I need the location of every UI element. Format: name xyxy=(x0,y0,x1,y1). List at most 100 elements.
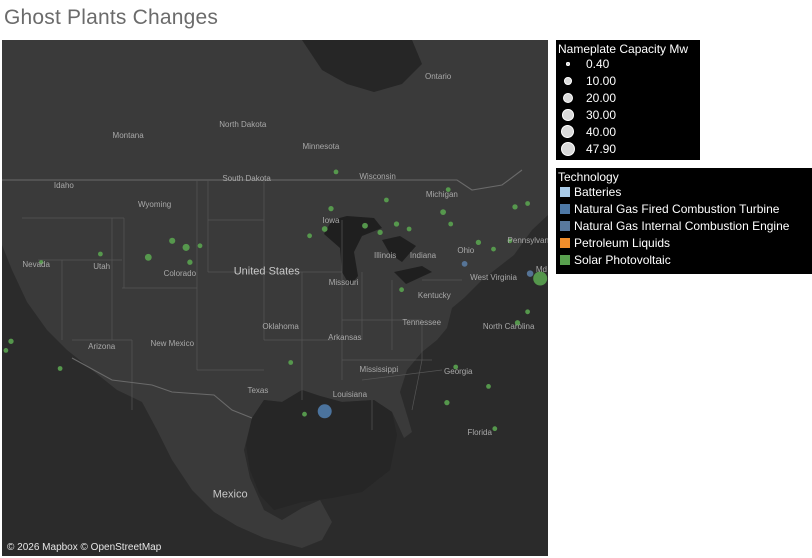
place-label: Missouri xyxy=(328,278,359,288)
tech-legend-row-petroleum[interactable]: Petroleum Liquids xyxy=(556,235,812,252)
tech-legend-swatch xyxy=(560,187,570,197)
plant-marker-solar[interactable] xyxy=(57,366,63,371)
size-legend-circle xyxy=(561,125,575,139)
plant-marker-solar[interactable] xyxy=(302,411,307,417)
tech-legend-row-solar[interactable]: Solar Photovoltaic xyxy=(556,252,812,269)
map-view[interactable]: Mexico United States Ontario Idaho Montana Wy… xyxy=(2,40,548,556)
size-legend-label: 10.00 xyxy=(586,74,617,88)
place-label: Mexico xyxy=(212,488,248,501)
place-label: Wisconsin xyxy=(359,172,396,182)
plant-marker-solar[interactable] xyxy=(288,360,294,365)
place-label: Colorado xyxy=(163,268,197,278)
place-label: Tennessee xyxy=(402,317,442,327)
plant-marker-solar[interactable] xyxy=(444,399,450,406)
tech-legend-items: Batteries Natural Gas Fired Combustion Tu… xyxy=(556,184,812,269)
place-label: Montana xyxy=(112,130,144,140)
place-label: Louisiana xyxy=(332,390,368,400)
size-legend-circle xyxy=(562,109,574,121)
size-legend-row[interactable]: 10.00 xyxy=(556,73,700,90)
size-legend-circle xyxy=(563,93,573,103)
page-title: Ghost Plants Changes xyxy=(4,6,219,29)
place-label: Ontario xyxy=(424,71,452,81)
place-label: United States xyxy=(233,265,300,278)
plant-marker-solar[interactable] xyxy=(98,251,103,257)
place-label: South Dakota xyxy=(222,174,271,184)
size-legend-label: 40.00 xyxy=(586,125,617,139)
tech-legend-label: Natural Gas Fired Combustion Turbine xyxy=(574,202,780,216)
place-label: Kentucky xyxy=(417,291,451,301)
tech-legend-row-gas_engine[interactable]: Natural Gas Internal Combustion Engine xyxy=(556,218,812,235)
plant-marker-solar[interactable] xyxy=(8,338,14,344)
plant-marker-solar[interactable] xyxy=(144,253,152,261)
place-label: Utah xyxy=(93,262,111,272)
place-label: New Mexico xyxy=(150,339,195,349)
place-label: West Virginia xyxy=(470,273,517,283)
plant-marker-solar[interactable] xyxy=(169,237,176,244)
place-label: Florida xyxy=(467,427,492,437)
plant-marker-solar[interactable] xyxy=(486,384,491,389)
plant-marker-solar[interactable] xyxy=(377,229,383,236)
tech-legend-swatch xyxy=(560,255,570,265)
place-label: Arizona xyxy=(88,342,116,352)
plant-marker-solar[interactable] xyxy=(475,239,482,246)
tech-legend-swatch xyxy=(560,238,570,248)
size-legend-circle xyxy=(566,62,570,66)
tech-legend-label: Batteries xyxy=(574,185,622,199)
size-legend-circle xyxy=(564,77,572,85)
size-legend-title: Nameplate Capacity Mw xyxy=(558,42,689,56)
place-label: Wyoming xyxy=(137,200,172,210)
plant-marker-solar[interactable] xyxy=(362,222,368,229)
map-canvas[interactable] xyxy=(2,40,548,556)
plant-marker-solar[interactable] xyxy=(182,243,190,251)
place-label: North Carolina xyxy=(482,322,535,332)
tech-legend-swatch xyxy=(560,221,570,231)
place-label: Ohio xyxy=(457,245,475,255)
tech-legend-row-batteries[interactable]: Batteries xyxy=(556,184,812,201)
plant-marker-solar[interactable] xyxy=(492,426,498,432)
place-label: Md xyxy=(535,265,547,275)
tech-legend-label: Solar Photovoltaic xyxy=(574,253,671,267)
place-label: Iowa xyxy=(322,215,340,225)
tech-legend-row-gas_turbine[interactable]: Natural Gas Fired Combustion Turbine xyxy=(556,201,812,218)
plant-marker-solar[interactable] xyxy=(525,201,530,206)
size-legend-row[interactable]: 30.00 xyxy=(556,107,700,124)
plant-marker-solar[interactable] xyxy=(525,309,530,315)
size-legend-label: 0.40 xyxy=(586,57,610,71)
size-legend-row[interactable]: 20.00 xyxy=(556,90,700,107)
plant-marker-solar[interactable] xyxy=(3,348,9,353)
plant-marker-solar[interactable] xyxy=(321,226,328,232)
plant-marker-solar[interactable] xyxy=(406,226,412,232)
map-copyright: © 2026 Mapbox © OpenStreetMap xyxy=(7,542,162,553)
plant-marker-solar[interactable] xyxy=(333,169,339,175)
plant-marker-solar[interactable] xyxy=(399,287,404,293)
plant-marker-solar[interactable] xyxy=(307,233,312,239)
plant-marker-solar[interactable] xyxy=(448,221,454,227)
plant-marker-solar[interactable] xyxy=(393,221,400,227)
technology-legend: Technology Batteries Natural Gas Fired Co… xyxy=(556,168,812,274)
size-legend-row[interactable]: 47.90 xyxy=(556,141,700,158)
place-label: Indiana xyxy=(409,250,437,260)
plant-marker-solar[interactable] xyxy=(384,197,389,203)
plant-marker-gas_turbine[interactable] xyxy=(317,404,332,419)
plant-marker-gas_engine[interactable] xyxy=(526,270,534,277)
size-legend-row[interactable]: 0.40 xyxy=(556,56,700,73)
place-label: Illinois xyxy=(374,250,397,260)
plant-marker-solar[interactable] xyxy=(197,243,203,249)
plant-marker-solar[interactable] xyxy=(512,204,518,210)
tech-legend-swatch xyxy=(560,204,570,214)
size-legend-row[interactable]: 40.00 xyxy=(556,124,700,141)
place-label: Michigan xyxy=(425,189,458,199)
plant-marker-solar[interactable] xyxy=(187,259,193,265)
plant-marker-solar[interactable] xyxy=(491,246,496,252)
plant-marker-gas_engine[interactable] xyxy=(461,261,468,267)
size-legend-circle xyxy=(561,142,575,156)
place-label: Arkansas xyxy=(328,333,362,343)
plant-marker-solar[interactable] xyxy=(440,209,446,215)
size-legend-label: 20.00 xyxy=(586,91,617,105)
size-legend-label: 47.90 xyxy=(586,142,617,156)
plant-marker-solar[interactable] xyxy=(328,205,334,212)
place-label: Mississippi xyxy=(359,365,399,375)
tech-legend-label: Petroleum Liquids xyxy=(574,236,671,250)
place-label: Texas xyxy=(247,385,269,395)
place-label: North Dakota xyxy=(219,119,267,129)
